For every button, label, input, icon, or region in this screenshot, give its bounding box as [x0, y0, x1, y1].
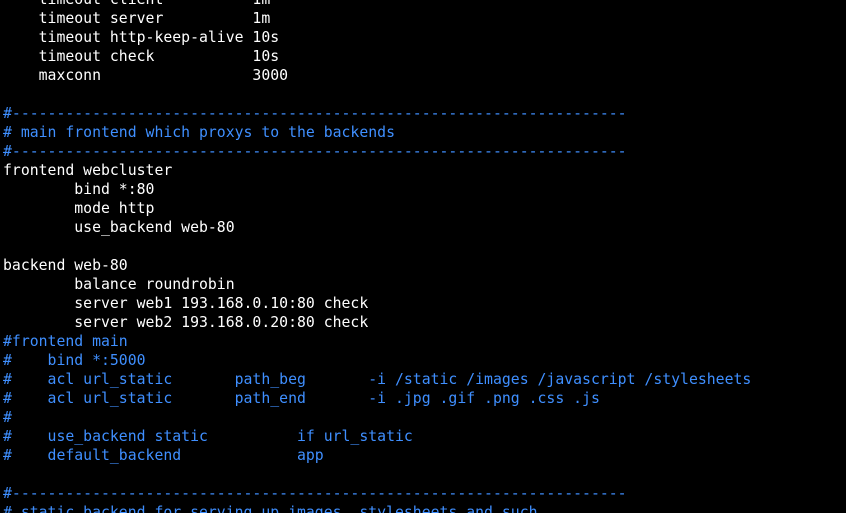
config-line: server web1 193.168.0.10:80 check [3, 295, 369, 312]
comment-line: #frontend main [3, 333, 128, 350]
config-line: server web2 193.168.0.20:80 check [3, 314, 369, 331]
config-line: backend web-80 [3, 257, 128, 274]
config-line: timeout http-keep-alive 10s [3, 29, 280, 46]
config-text-area[interactable]: timeout client 1m timeout server 1m time… [3, 0, 751, 513]
comment-line: # acl url_static path_end -i .jpg .gif .… [3, 390, 600, 407]
config-line [3, 465, 751, 484]
config-line: use_backend web-80 [3, 219, 235, 236]
comment-line: # acl url_static path_beg -i /static /im… [3, 371, 752, 388]
config-line: frontend webcluster [3, 162, 173, 179]
config-line: balance roundrobin [3, 276, 235, 293]
comment-line: #---------------------------------------… [3, 485, 627, 502]
comment-line: # main frontend which proxys to the back… [3, 124, 395, 141]
config-line: mode http [3, 200, 155, 217]
comment-line: #---------------------------------------… [3, 143, 627, 160]
terminal-window[interactable]: timeout client 1m timeout server 1m time… [0, 0, 846, 513]
config-line: timeout client 1m [3, 0, 751, 9]
config-line: timeout check 10s [3, 48, 280, 65]
comment-line: #---------------------------------------… [3, 105, 627, 122]
config-line [3, 85, 751, 104]
config-line: bind *:80 [3, 181, 155, 198]
comment-line: # [3, 409, 12, 426]
config-line: timeout server 1m [3, 10, 271, 27]
comment-line: # default_backend app [3, 447, 324, 464]
config-line [3, 237, 751, 256]
comment-line: # use_backend static if url_static [3, 428, 413, 445]
comment-line: # bind *:5000 [3, 352, 146, 369]
comment-line: # static backend for serving up images, … [3, 504, 538, 513]
config-line: maxconn 3000 [3, 67, 289, 84]
